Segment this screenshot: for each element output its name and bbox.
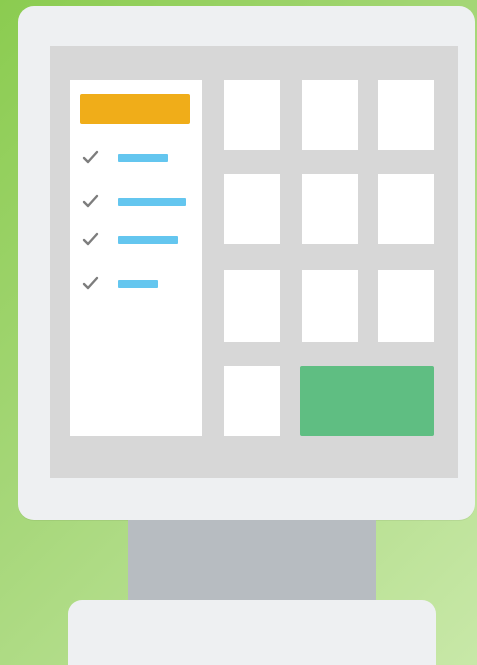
grid-tile[interactable]: [302, 80, 358, 150]
checkmark-icon: [82, 150, 100, 166]
grid-tile[interactable]: [378, 80, 434, 150]
grid-tile[interactable]: [224, 174, 280, 244]
grid-tile[interactable]: [224, 270, 280, 342]
grid-tile[interactable]: [302, 174, 358, 244]
grid-tile[interactable]: [378, 174, 434, 244]
header-bar: [80, 94, 190, 124]
checklist-item[interactable]: [82, 194, 186, 210]
checkmark-icon: [82, 232, 100, 248]
checklist-line: [118, 280, 158, 288]
monitor-stand: [128, 520, 376, 602]
checklist-line: [118, 236, 178, 244]
grid-tile[interactable]: [302, 270, 358, 342]
checkmark-icon: [82, 276, 100, 292]
monitor-base: [68, 600, 436, 665]
checklist-item[interactable]: [82, 232, 178, 248]
green-action-button[interactable]: [300, 366, 434, 436]
checklist-panel: [70, 80, 202, 436]
grid-tile[interactable]: [224, 366, 280, 436]
checklist-line: [118, 198, 186, 206]
checklist-item[interactable]: [82, 276, 158, 292]
checklist-line: [118, 154, 168, 162]
grid-tile[interactable]: [378, 270, 434, 342]
checkmark-icon: [82, 194, 100, 210]
checklist-item[interactable]: [82, 150, 168, 166]
grid-tile[interactable]: [224, 80, 280, 150]
